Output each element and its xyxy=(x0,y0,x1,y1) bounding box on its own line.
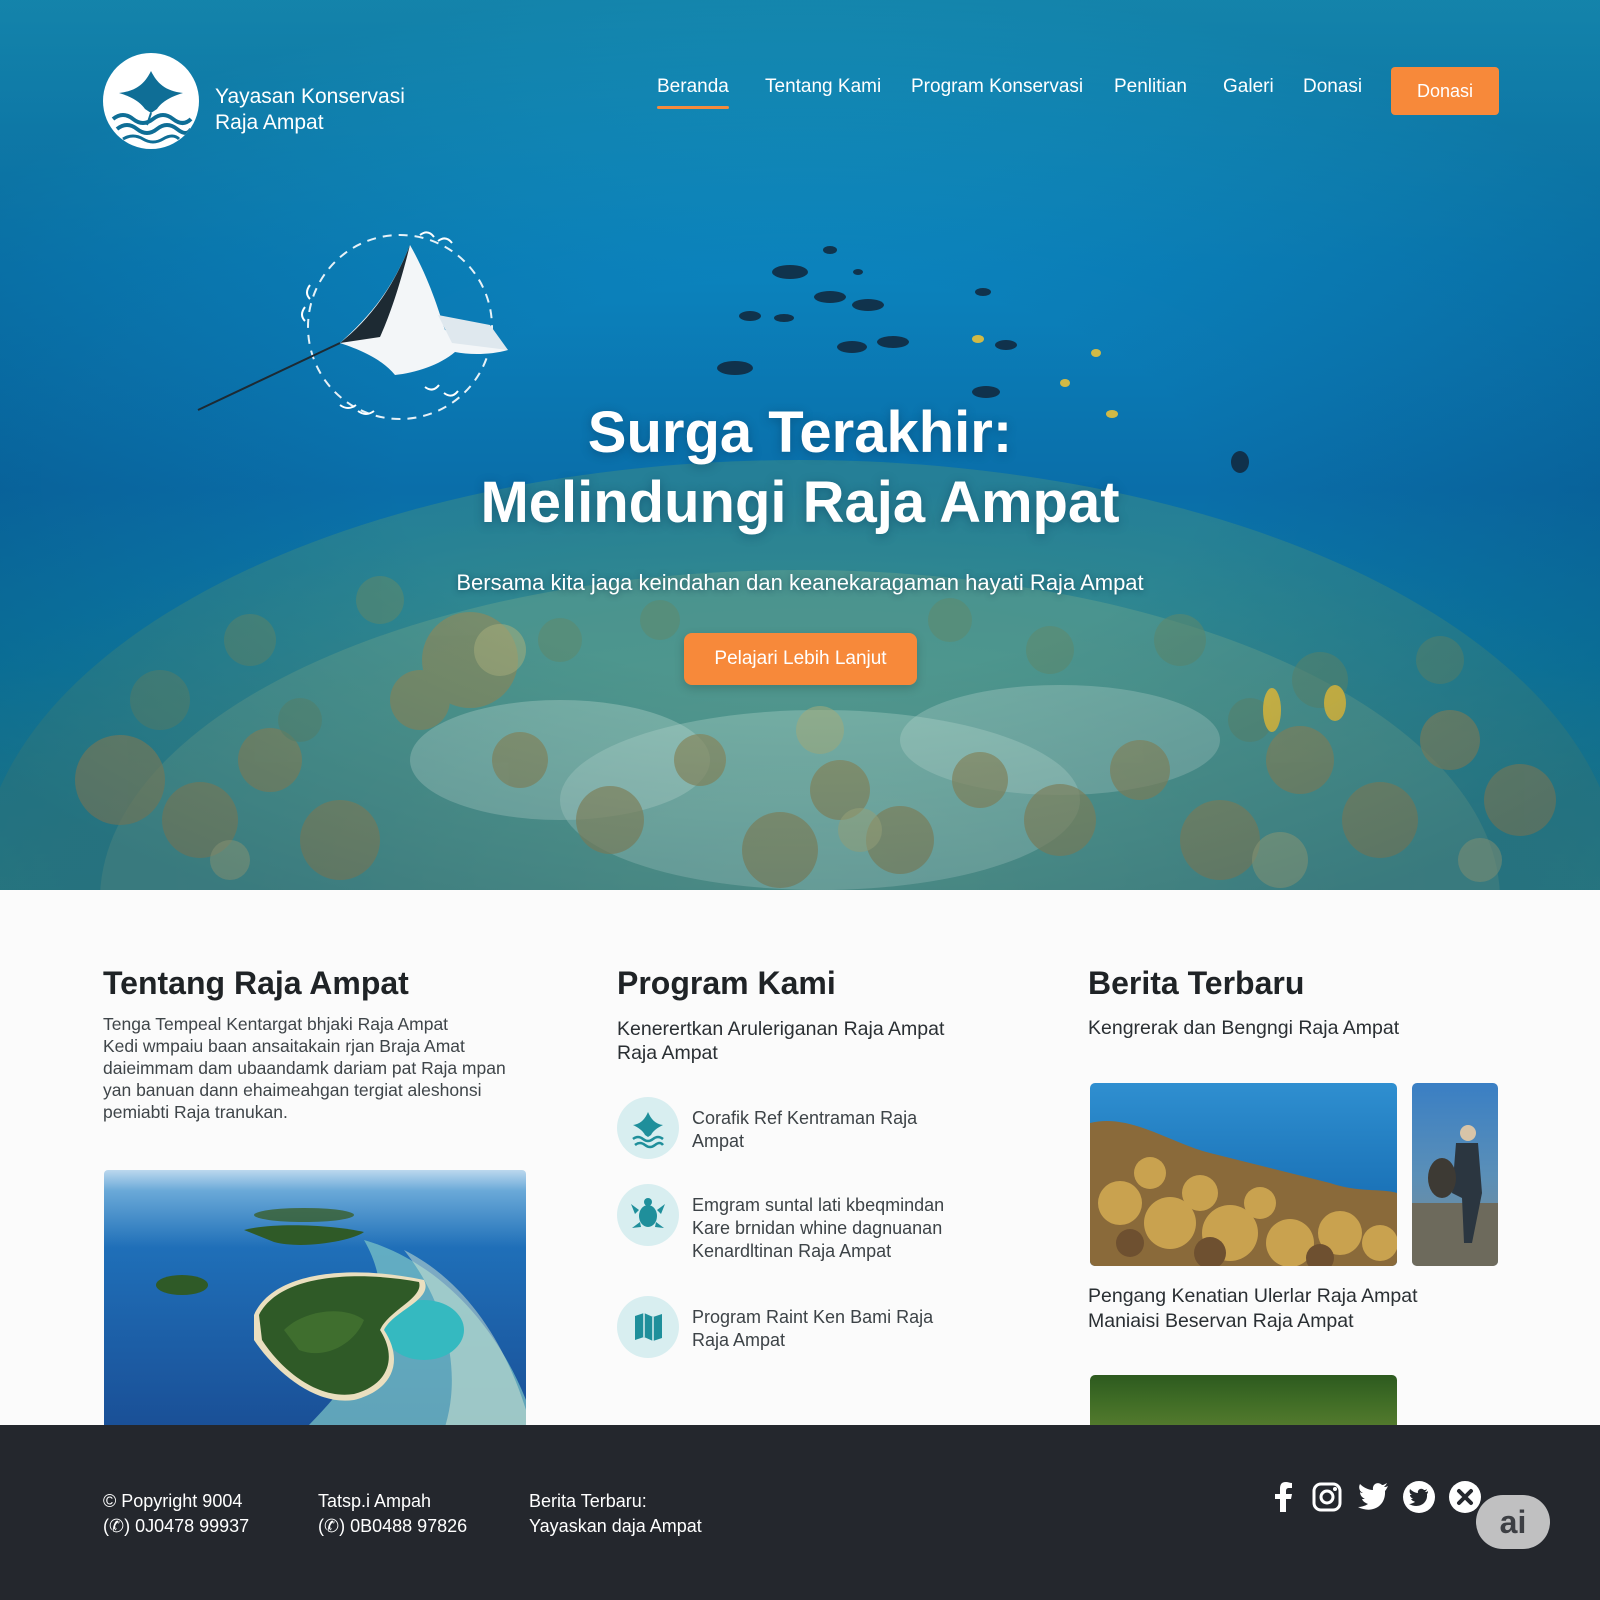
footer-copyright: © Popyright 9004 (✆) 0J0478 99937 xyxy=(103,1489,249,1539)
nav-beranda[interactable]: Beranda xyxy=(657,76,729,109)
programs-subtitle-line-2: Raja Ampat xyxy=(617,1042,718,1064)
nav-penelitian[interactable]: Penlitian xyxy=(1114,76,1187,98)
about-line: pemiabti Raja tranukan. xyxy=(103,1102,288,1122)
twitter-circle-icon[interactable] xyxy=(1402,1480,1436,1514)
program-line: Kare brnidan whine dagnuanan xyxy=(692,1218,943,1238)
footer-news: Berita Terbaru: Yayaskan daja Ampat xyxy=(529,1489,702,1539)
brand-line-2: Raja Ampat xyxy=(215,111,324,134)
news-image-forest[interactable] xyxy=(1090,1375,1397,1425)
program-line: Raja Ampat xyxy=(692,1330,786,1350)
program-text: Program Raint Ken Bami Raja Raja Ampat xyxy=(692,1306,982,1352)
site-footer: © Popyright 9004 (✆) 0J0478 99937 Tatsp.… xyxy=(0,1425,1600,1600)
news-image-coral[interactable] xyxy=(1090,1083,1397,1266)
about-line: daieimmam dam ubaandamk dariam pat Raja … xyxy=(103,1058,506,1078)
footer-line: Tatsp.i Ampah xyxy=(318,1491,432,1511)
nav-donasi[interactable]: Donasi xyxy=(1303,76,1362,98)
programs-subtitle: Kenerertkan Aruleriganan Raja Ampat Raja… xyxy=(617,1017,1017,1065)
about-line: Tenga Tempeal Kentargat bhjaki Raja Ampa… xyxy=(103,1014,449,1034)
programs-title: Program Kami xyxy=(617,965,836,1001)
main-nav: Beranda Tentang Kami Program Konservasi … xyxy=(0,76,1600,109)
about-line: Kedi wmpaiu baan ansaitakain rjan Braja … xyxy=(103,1036,465,1056)
about-line: yan banuan dann ehaimeahgan tergiat ales… xyxy=(103,1080,482,1100)
nav-program-konservasi[interactable]: Program Konservasi xyxy=(911,76,1083,98)
program-item-turtle[interactable]: Emgram suntal lati kbeqmindan Kare brnid… xyxy=(617,1184,977,1261)
news-caption-line-2: Maniaisi Beservan Raja Ampat xyxy=(1088,1310,1354,1332)
program-text: Corafik Ref Kentraman Raja Ampat xyxy=(692,1107,982,1153)
twitter-icon[interactable] xyxy=(1356,1480,1390,1514)
footer-line: © Popyright 9004 xyxy=(103,1491,243,1511)
hero-title-line-2: Melindungi Raja Ampat xyxy=(480,470,1120,535)
footer-line: (✆) 0J0478 99937 xyxy=(103,1516,250,1536)
facebook-icon[interactable] xyxy=(1266,1480,1300,1514)
news-title: Berita Terbaru xyxy=(1088,965,1305,1001)
footer-line: Berita Terbaru: xyxy=(529,1491,647,1511)
donate-button[interactable]: Donasi xyxy=(1391,67,1499,115)
programs-subtitle-line-1: Kenerertkan Aruleriganan Raja Ampat xyxy=(617,1018,945,1040)
map-icon xyxy=(617,1296,679,1358)
program-line: Program Raint Ken Bami Raja xyxy=(692,1307,934,1327)
about-title: Tentang Raja Ampat xyxy=(103,965,409,1001)
hero-subtitle: Bersama kita jaga keindahan dan keanekar… xyxy=(456,570,1144,595)
news-subtitle: Kengrerak dan Bengngi Raja Ampat xyxy=(1088,1017,1400,1039)
news-caption[interactable]: Pengang Kenatian Ulerlar Raja Ampat Mani… xyxy=(1088,1284,1508,1334)
turtle-icon xyxy=(617,1184,679,1246)
program-item-coral[interactable]: Corafik Ref Kentraman Raja Ampat xyxy=(617,1097,977,1163)
manta-ray-illustration xyxy=(197,231,508,420)
program-line: Kenardltinan Raja Ampat xyxy=(692,1241,892,1261)
program-line: Emgram suntal lati kbeqmindan xyxy=(692,1195,945,1215)
program-text: Emgram suntal lati kbeqmindan Kare brnid… xyxy=(692,1194,982,1263)
program-line: Ampat xyxy=(692,1131,745,1151)
manta-ray-icon xyxy=(617,1097,679,1159)
news-caption-line-1: Pengang Kenatian Ulerlar Raja Ampat xyxy=(1088,1285,1418,1307)
site-header: Yayasan Konservasi Raja Ampat Beranda Te… xyxy=(0,0,1600,180)
footer-address: Tatsp.i Ampah (✆) 0B0488 97826 xyxy=(318,1489,467,1539)
footer-line: (✆) 0B0488 97826 xyxy=(318,1516,468,1536)
footer-line: Yayaskan daja Ampat xyxy=(529,1516,702,1536)
close-circle-icon[interactable] xyxy=(1448,1480,1482,1514)
hero-title-line-1: Surga Terakhir: xyxy=(587,400,1013,465)
content-section: Tentang Raja Ampat Tenga Tempeal Kentarg… xyxy=(0,890,1600,1425)
aerial-island-image xyxy=(104,1170,526,1425)
about-text: Tenga Tempeal Kentargat bhjaki Raja Ampa… xyxy=(103,1013,523,1123)
program-line: Corafik Ref Kentraman Raja xyxy=(692,1108,918,1128)
ai-badge: ai xyxy=(1476,1495,1550,1549)
aerial-island-photo xyxy=(104,1170,526,1425)
hero-title: Surga Terakhir: Melindungi Raja Ampat xyxy=(300,398,1300,538)
instagram-icon[interactable] xyxy=(1310,1480,1344,1514)
program-item-research[interactable]: Program Raint Ken Bami Raja Raja Ampat xyxy=(617,1296,977,1362)
hero-section: Yayasan Konservasi Raja Ampat Beranda Te… xyxy=(0,0,1600,890)
news-image-diver[interactable] xyxy=(1412,1083,1498,1266)
learn-more-button[interactable]: Pelajari Lebih Lanjut xyxy=(684,633,917,685)
nav-galeri[interactable]: Galeri xyxy=(1223,76,1274,98)
nav-tentang-kami[interactable]: Tentang Kami xyxy=(765,76,881,98)
